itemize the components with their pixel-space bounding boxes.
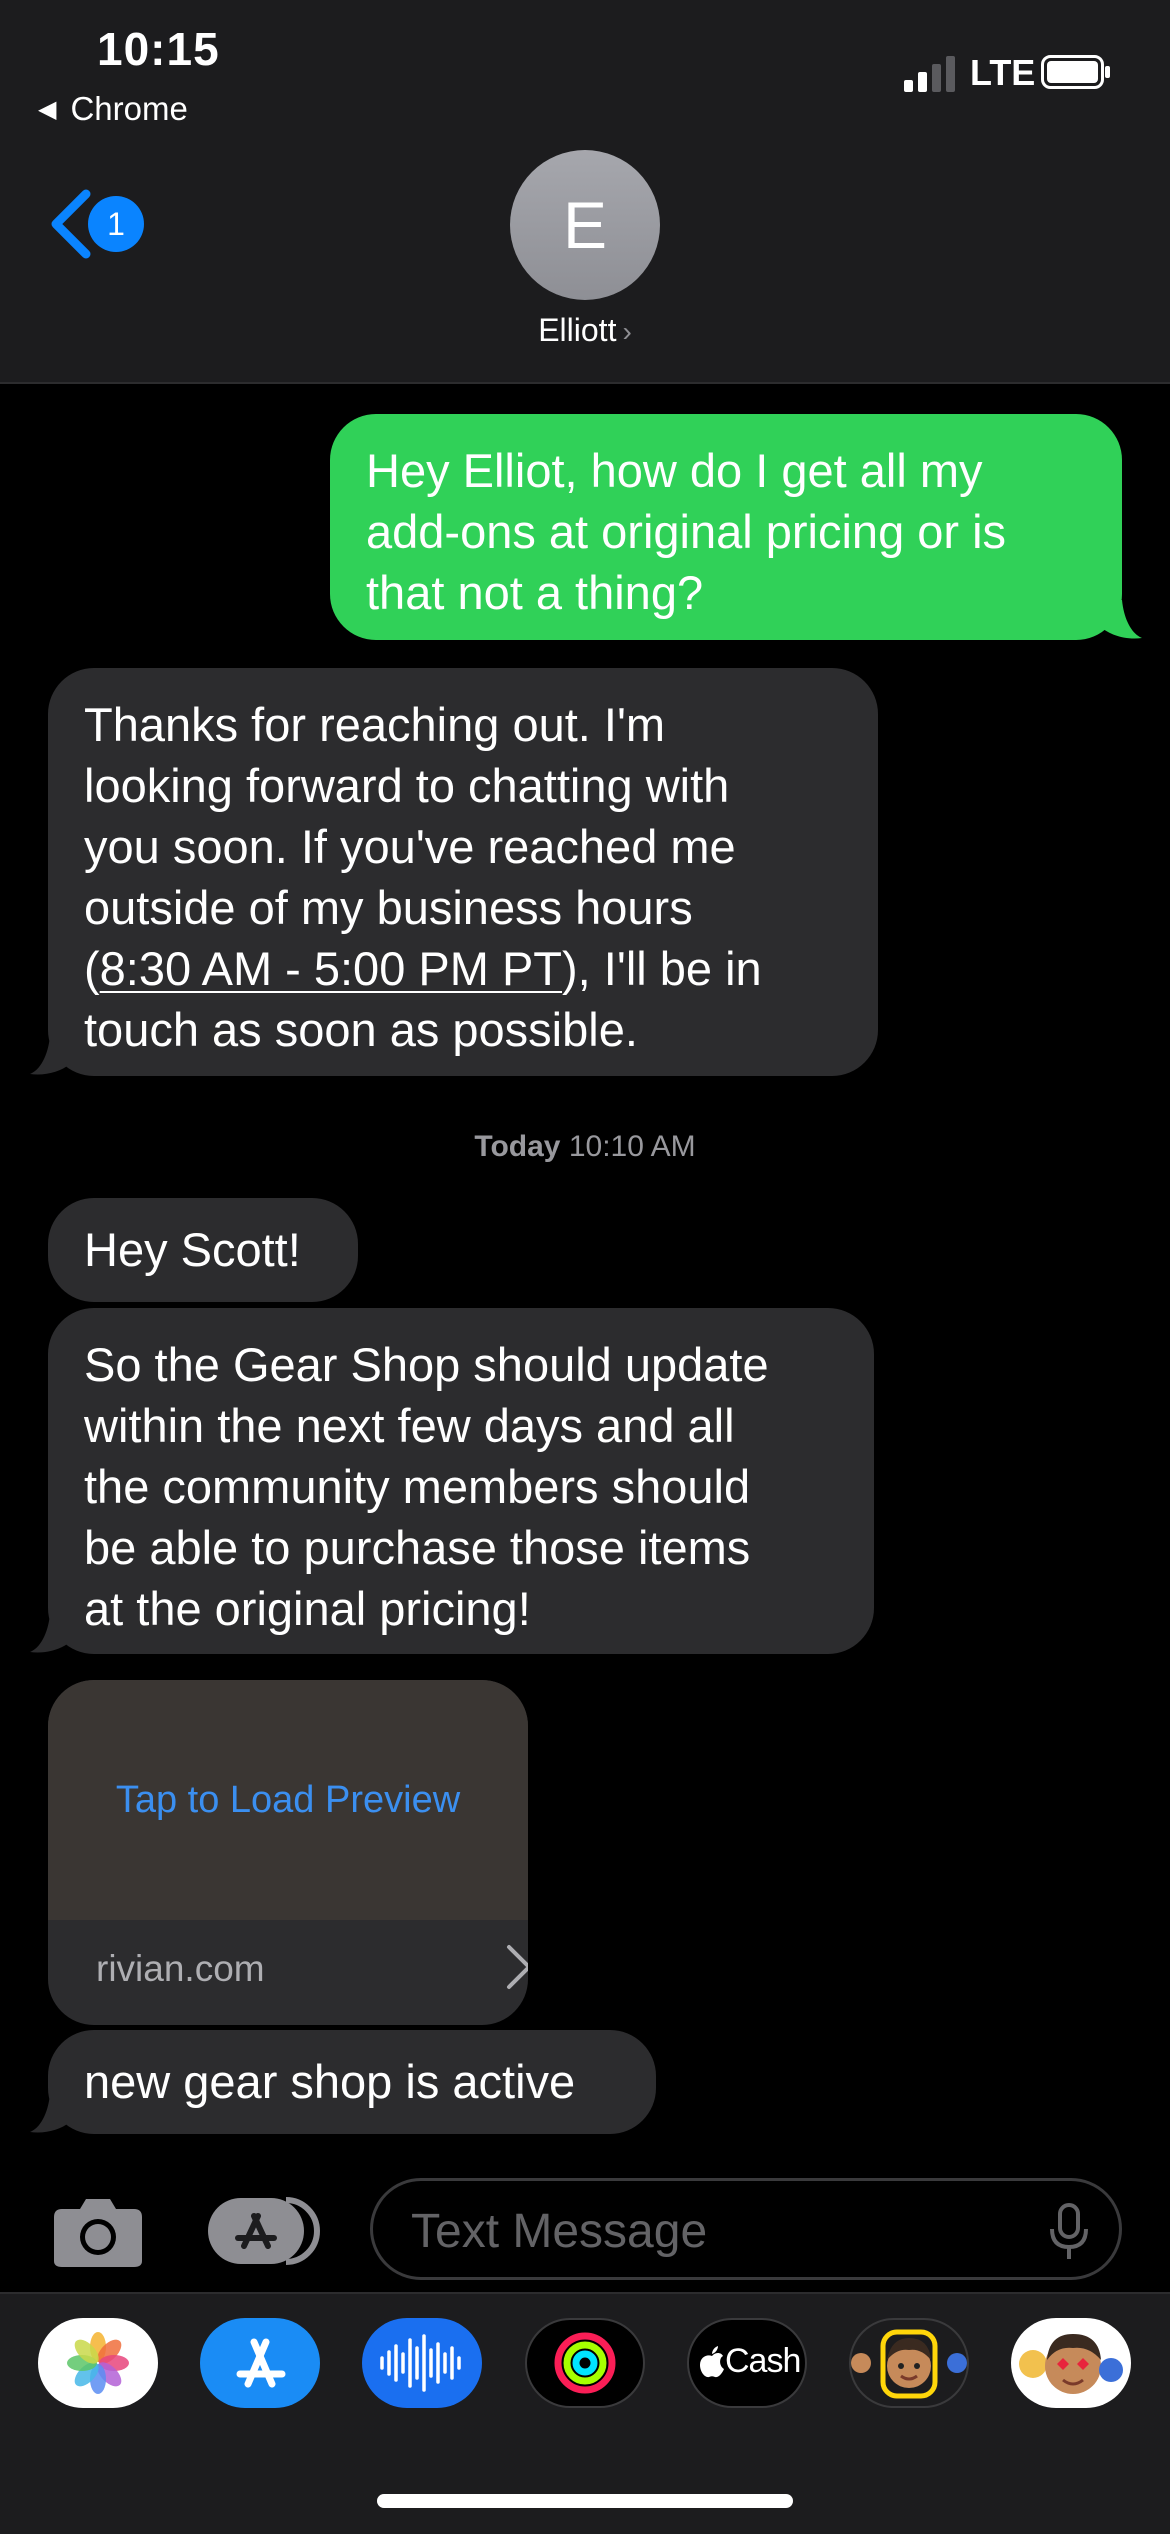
bubble-tail	[30, 1614, 70, 1653]
memoji-button[interactable]	[849, 2318, 969, 2408]
activity-button[interactable]	[525, 2318, 645, 2408]
bubble-tail	[30, 1036, 70, 1075]
message-bubble-incoming[interactable]: Thanks for reaching out. I'm looking for…	[48, 668, 878, 1076]
link-preview-card[interactable]: Tap to Load Preview rivian.com	[48, 1680, 528, 2025]
app-store-drawer-icon[interactable]	[208, 2196, 320, 2266]
message-input[interactable]	[409, 2195, 1033, 2267]
timestamp-time: 10:10 AM	[568, 1130, 696, 1163]
bubble-tail	[30, 2094, 70, 2133]
memoji-stickers-button[interactable]	[1011, 2318, 1131, 2408]
photos-app-button[interactable]	[38, 2318, 158, 2408]
audio-message-button[interactable]	[362, 2318, 482, 2408]
back-app-label: Chrome	[70, 90, 188, 127]
memoji-stickers-icon	[1019, 2334, 1123, 2394]
activity-icon	[554, 2332, 616, 2394]
message-bubble-outgoing[interactable]: Hey Elliot, how do I get all my add-ons …	[330, 414, 1122, 640]
audio-message-icon	[380, 2334, 461, 2392]
message-bubble-incoming[interactable]: new gear shop is active	[48, 2030, 656, 2134]
message-input-field[interactable]	[370, 2178, 1122, 2280]
app-store-button[interactable]	[200, 2318, 320, 2408]
camera-icon[interactable]	[52, 2195, 144, 2269]
link-preview-domain: rivian.com	[96, 1948, 265, 1989]
tap-to-load-preview[interactable]: Tap to Load Preview	[48, 1680, 528, 1920]
message-timestamp: Today 10:10 AM	[0, 1130, 1170, 1164]
message-bubble-incoming[interactable]: So the Gear Shop should update within th…	[48, 1308, 874, 1654]
contact-name: Elliott	[538, 312, 617, 348]
app-store-icon	[236, 2338, 286, 2388]
back-to-app-link[interactable]: ◀ Chrome	[38, 90, 188, 128]
memoji-icon	[851, 2329, 967, 2399]
chevron-right-icon: ›	[622, 316, 632, 347]
apple-cash-label: Cash	[725, 2342, 801, 2380]
bubble-tail	[1102, 600, 1142, 639]
network-type: LTE	[970, 52, 1036, 93]
contact-avatar[interactable]: E	[510, 150, 660, 300]
message-bubble-incoming[interactable]: Hey Scott!	[48, 1198, 358, 1302]
conversation-header: 10:15 ◀ Chrome LTE 1 E Elliott ›	[0, 0, 1170, 384]
status-time: 10:15	[97, 23, 220, 75]
chevron-right-icon	[507, 1945, 528, 1989]
cellular-signal-icon	[904, 56, 955, 92]
contact-name-button[interactable]: Elliott ›	[0, 312, 1170, 349]
timestamp-day: Today	[474, 1130, 561, 1163]
unread-count-badge: 1	[88, 196, 144, 252]
photos-icon	[67, 2332, 129, 2394]
back-triangle-icon: ◀	[38, 96, 57, 123]
home-indicator[interactable]	[377, 2494, 793, 2508]
business-hours-link[interactable]: 8:30 AM - 5:00 PM PT	[100, 942, 562, 995]
apple-cash-icon	[700, 2346, 724, 2378]
microphone-icon[interactable]	[1049, 2203, 1089, 2261]
apple-cash-button[interactable]: Cash	[687, 2318, 807, 2408]
battery-icon	[1041, 55, 1110, 89]
